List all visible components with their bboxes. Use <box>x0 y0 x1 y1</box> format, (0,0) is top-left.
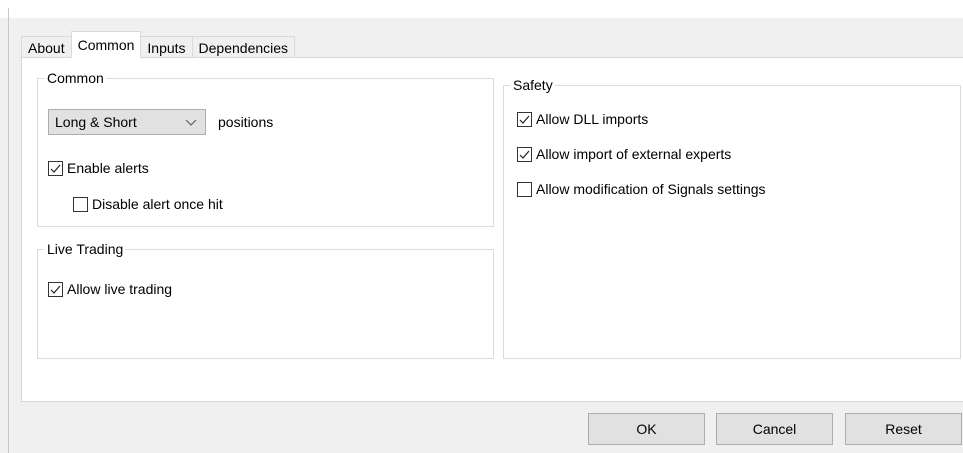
checkmark-icon <box>519 115 530 124</box>
allow-external-experts-label: Allow import of external experts <box>536 146 732 162</box>
checkbox-box[interactable] <box>48 281 63 297</box>
allow-dll-imports-label: Allow DLL imports <box>536 111 649 127</box>
title-area <box>0 0 963 18</box>
common-groupbox: Common Long & Short positions Enable ale… <box>37 70 494 227</box>
common-group-legend: Common <box>44 70 106 86</box>
live-trading-groupbox: Live Trading Allow live trading <box>37 241 494 359</box>
disable-alert-once-hit-label: Disable alert once hit <box>92 196 223 212</box>
checkmark-icon <box>50 164 61 173</box>
checkmark-icon <box>519 150 530 159</box>
expert-properties-dialog: About Common Inputs Dependencies Common … <box>0 0 963 453</box>
allow-dll-imports-checkbox[interactable]: Allow DLL imports <box>517 111 648 127</box>
allow-signals-modification-label: Allow modification of Signals settings <box>536 181 766 197</box>
allow-signals-modification-checkbox[interactable]: Allow modification of Signals settings <box>517 181 766 197</box>
cancel-button[interactable]: Cancel <box>716 413 833 445</box>
chevron-down-icon <box>185 119 197 126</box>
tab-about[interactable]: About <box>21 36 72 58</box>
positions-select-value: Long & Short <box>55 114 137 130</box>
tab-common[interactable]: Common <box>70 31 142 58</box>
checkbox-box[interactable] <box>517 111 532 127</box>
window-left-edge <box>8 8 9 453</box>
checkbox-box[interactable] <box>517 146 532 162</box>
allow-live-trading-checkbox[interactable]: Allow live trading <box>48 281 172 297</box>
positions-select[interactable]: Long & Short <box>48 109 206 135</box>
live-trading-group-legend: Live Trading <box>44 241 126 257</box>
checkbox-box[interactable] <box>517 181 532 197</box>
enable-alerts-label: Enable alerts <box>67 160 149 176</box>
allow-live-trading-label: Allow live trading <box>67 281 173 297</box>
reset-button[interactable]: Reset <box>845 413 962 445</box>
tab-page-common: Common Long & Short positions Enable ale… <box>21 57 963 402</box>
checkbox-box[interactable] <box>73 196 88 212</box>
enable-alerts-checkbox[interactable]: Enable alerts <box>48 160 149 176</box>
positions-label: positions <box>218 114 274 130</box>
checkbox-box[interactable] <box>48 160 63 176</box>
disable-alert-once-hit-checkbox[interactable]: Disable alert once hit <box>73 196 223 212</box>
safety-group-legend: Safety <box>510 77 555 93</box>
ok-button[interactable]: OK <box>588 413 705 445</box>
tab-strip: About Common Inputs Dependencies <box>21 31 296 58</box>
allow-external-experts-checkbox[interactable]: Allow import of external experts <box>517 146 731 162</box>
checkmark-icon <box>50 285 61 294</box>
tab-inputs[interactable]: Inputs <box>140 36 193 58</box>
safety-groupbox: Safety Allow DLL imports Allow import of… <box>503 77 961 359</box>
tab-dependencies[interactable]: Dependencies <box>191 36 296 58</box>
